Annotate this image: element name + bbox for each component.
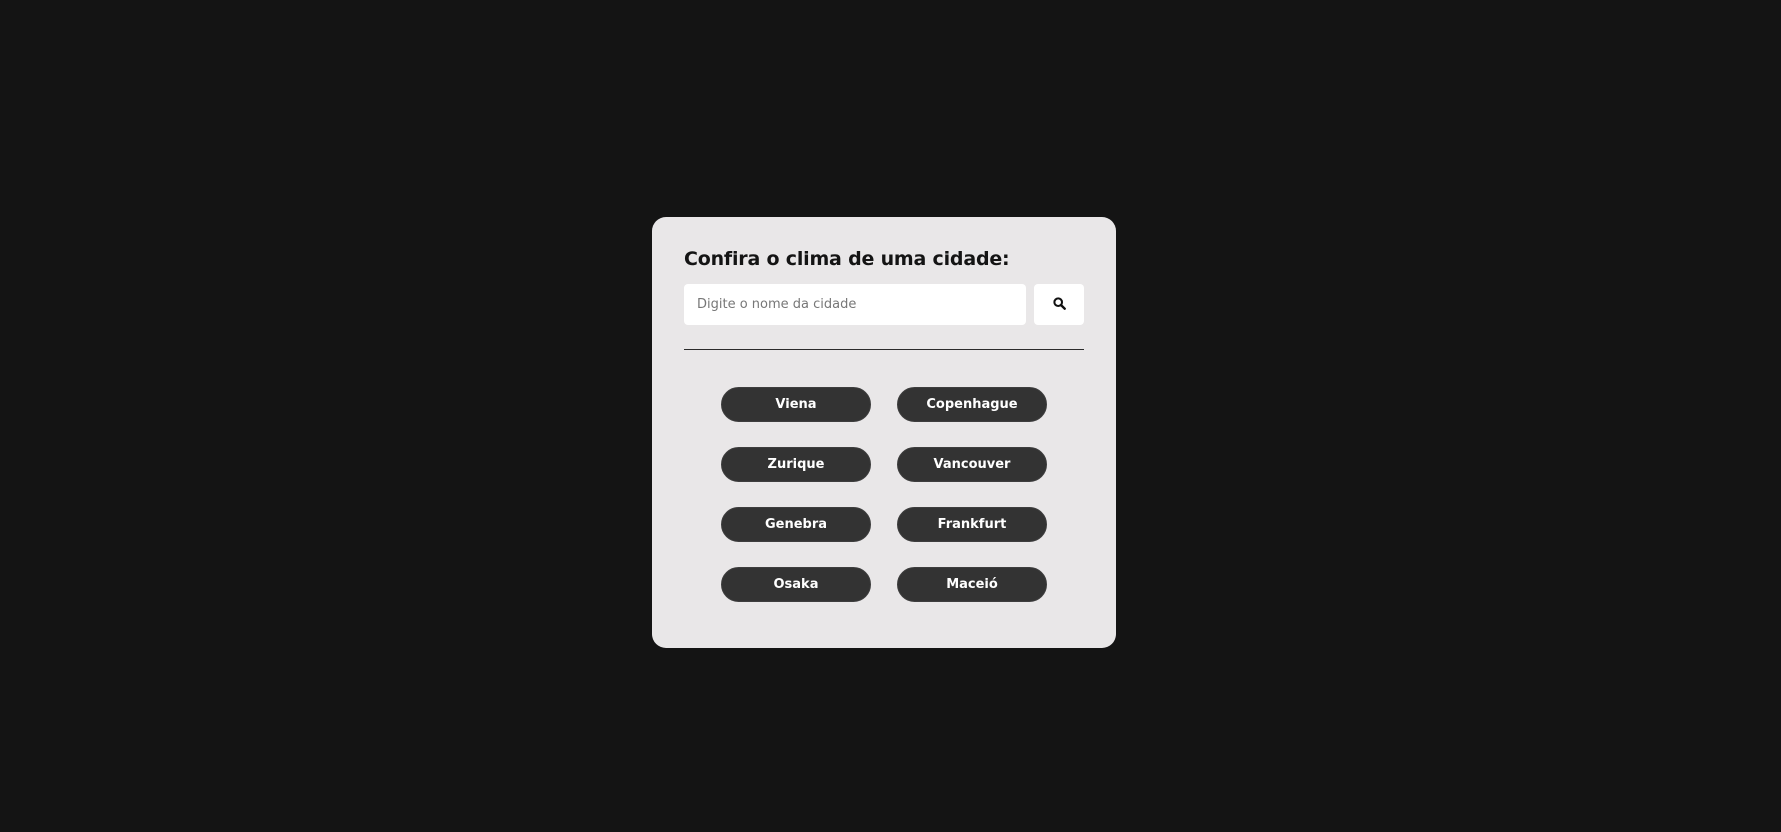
city-button-grid: Viena Copenhague Zurique Vancouver Geneb… bbox=[684, 387, 1084, 602]
city-button-vancouver[interactable]: Vancouver bbox=[897, 447, 1047, 482]
city-button-copenhague[interactable]: Copenhague bbox=[897, 387, 1047, 422]
city-button-genebra[interactable]: Genebra bbox=[721, 507, 871, 542]
divider bbox=[684, 349, 1084, 350]
city-button-zurique[interactable]: Zurique bbox=[721, 447, 871, 482]
city-search-input[interactable] bbox=[684, 284, 1026, 325]
city-button-osaka[interactable]: Osaka bbox=[721, 567, 871, 602]
search-icon bbox=[1052, 296, 1066, 313]
city-button-maceio[interactable]: Maceió bbox=[897, 567, 1047, 602]
weather-search-card: Confira o clima de uma cidade: Viena Cop… bbox=[652, 217, 1116, 648]
card-title: Confira o clima de uma cidade: bbox=[684, 248, 1010, 270]
city-button-frankfurt[interactable]: Frankfurt bbox=[897, 507, 1047, 542]
search-button[interactable] bbox=[1034, 284, 1084, 325]
search-row bbox=[684, 284, 1084, 325]
city-button-viena[interactable]: Viena bbox=[721, 387, 871, 422]
